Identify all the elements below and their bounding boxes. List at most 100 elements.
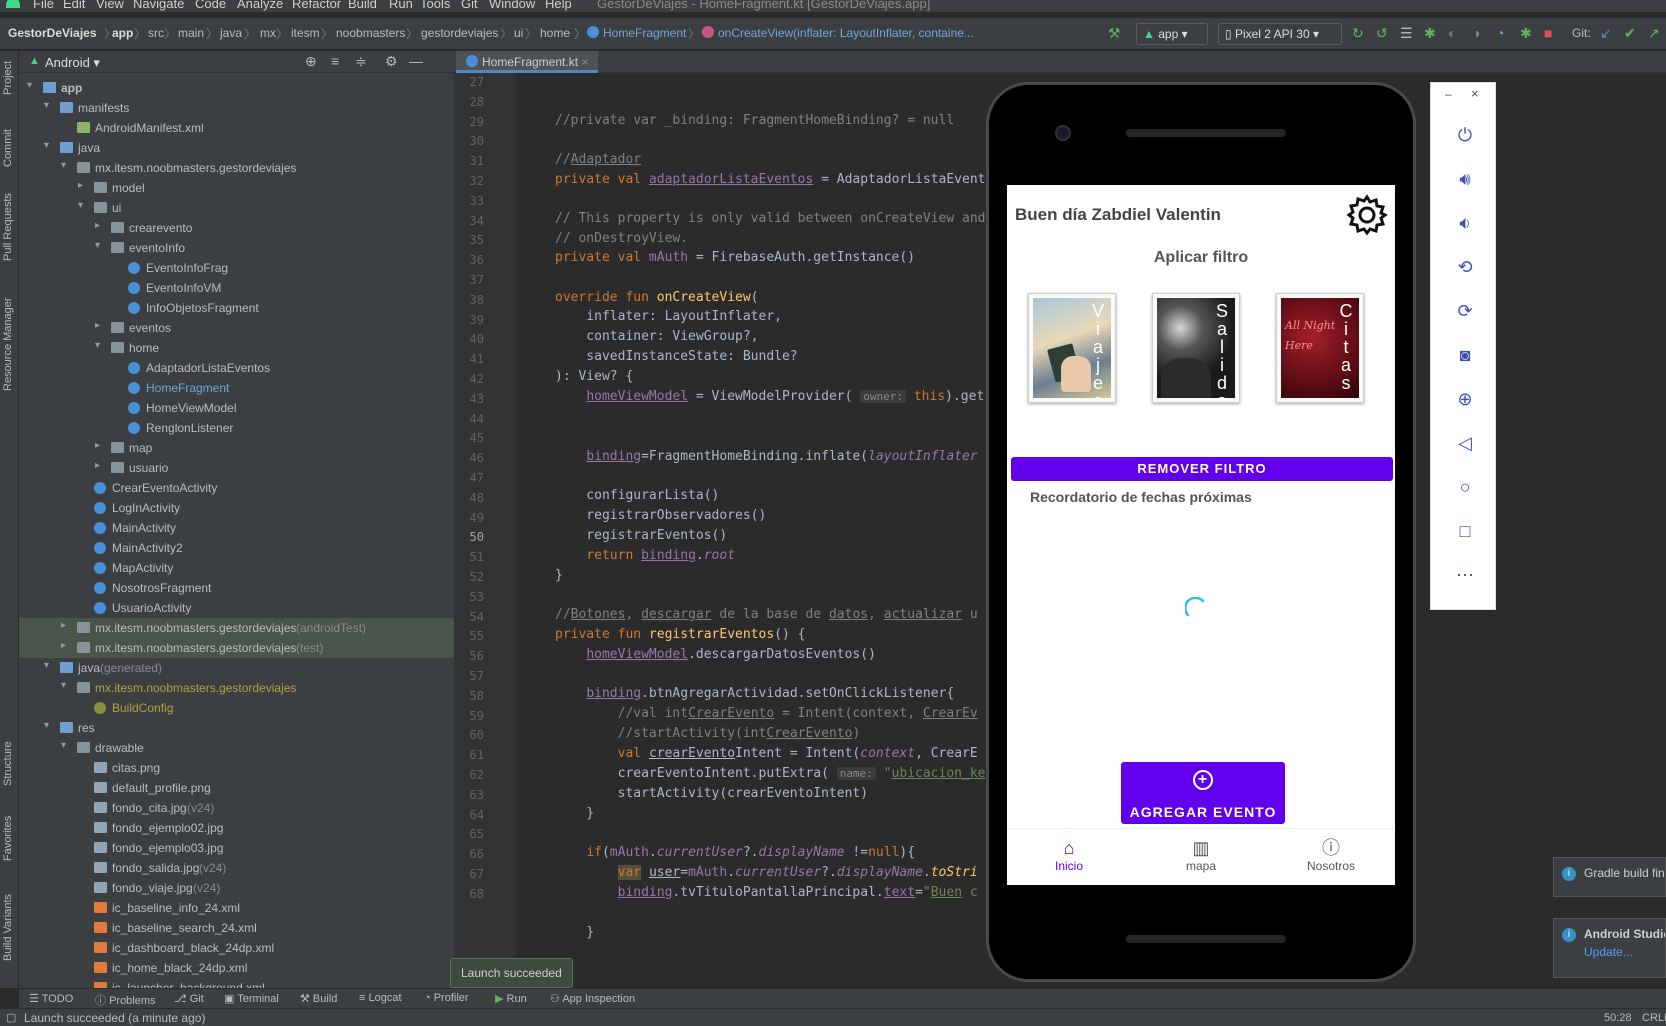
filter-card-citas[interactable]: All Night Here C i t a s bbox=[1276, 293, 1364, 403]
chevron-down-icon[interactable]: ▾ bbox=[44, 140, 49, 151]
profile-icon[interactable]: ◔ bbox=[1496, 25, 1504, 41]
rotate-left-icon[interactable]: ⟲ bbox=[1453, 255, 1477, 279]
chevron-down-icon[interactable]: ▾ bbox=[61, 740, 66, 751]
attach-icon[interactable]: ◑ bbox=[1472, 25, 1480, 41]
tree-item[interactable]: ic_dashboard_black_24dp.xml bbox=[19, 938, 454, 958]
tab-resource-manager[interactable]: Resource Manager bbox=[2, 297, 14, 391]
tree-item[interactable]: EventoInfoVM bbox=[19, 278, 454, 298]
attach-debugger-icon[interactable]: ✱ bbox=[1520, 25, 1532, 42]
filter-card-salidas[interactable]: S a l i d a s bbox=[1152, 293, 1240, 403]
menu-code[interactable]: Code bbox=[195, 0, 226, 11]
menu-help[interactable]: Help bbox=[545, 0, 572, 11]
chevron-right-icon[interactable]: ▸ bbox=[61, 620, 66, 631]
menu-file[interactable]: File bbox=[33, 0, 54, 11]
tree-item[interactable]: ▸ usuario bbox=[19, 458, 454, 478]
menu-git[interactable]: Git bbox=[461, 0, 478, 11]
tree-item[interactable]: AdaptadorListaEventos bbox=[19, 358, 454, 378]
breadcrumb-ui[interactable]: ui bbox=[514, 26, 523, 40]
tree-item[interactable]: NosotrosFragment bbox=[19, 578, 454, 598]
breadcrumb-gestordeviajes[interactable]: gestordeviajes bbox=[421, 26, 498, 40]
tool-todo[interactable]: ☰ TODO bbox=[29, 992, 73, 1005]
tree-item[interactable]: HomeFragment bbox=[19, 378, 454, 398]
expand-all-icon[interactable]: ≡ bbox=[331, 53, 339, 69]
tree-item[interactable]: default_profile.png bbox=[19, 778, 454, 798]
tree-item[interactable]: HomeViewModel bbox=[19, 398, 454, 418]
tree-item[interactable]: fondo_ejemplo02.jpg bbox=[19, 818, 454, 838]
tab-structure[interactable]: Structure bbox=[2, 741, 14, 786]
breadcrumb-itesm[interactable]: itesm bbox=[291, 26, 320, 40]
tree-item[interactable]: EventoInfoFrag bbox=[19, 258, 454, 278]
menu-run[interactable]: Run bbox=[389, 0, 413, 11]
notification-android-studio[interactable]: i Android Studio Update... bbox=[1553, 918, 1666, 978]
menu-refactor[interactable]: Refactor bbox=[292, 0, 341, 11]
tree-item[interactable]: MapActivity bbox=[19, 558, 454, 578]
more-icon[interactable]: ⋯ bbox=[1453, 563, 1477, 587]
tool-git[interactable]: ⎇ Git bbox=[174, 992, 204, 1005]
tree-item[interactable]: ▸ crearevento bbox=[19, 218, 454, 238]
overview-icon[interactable]: □ bbox=[1453, 519, 1477, 543]
breadcrumb-home[interactable]: home bbox=[540, 26, 570, 40]
tree-item[interactable]: CrearEventoActivity bbox=[19, 478, 454, 498]
volume-down-icon[interactable]: 🔉︎ bbox=[1453, 211, 1477, 235]
breadcrumb-project[interactable]: GestorDeViajes bbox=[8, 26, 97, 40]
nav-mapa[interactable]: ▥ mapa bbox=[1141, 837, 1261, 873]
chevron-down-icon[interactable]: ▾ bbox=[44, 100, 49, 111]
git-update-icon[interactable]: ↙ bbox=[1600, 25, 1612, 42]
tree-item[interactable]: ▾ mx.itesm.noobmasters.gestordeviajes bbox=[19, 158, 454, 178]
chevron-down-icon[interactable]: ▾ bbox=[27, 80, 32, 91]
tree-item[interactable]: LogInActivity bbox=[19, 498, 454, 518]
chevron-down-icon[interactable]: ▾ bbox=[44, 660, 49, 671]
tree-item[interactable]: MainActivity bbox=[19, 518, 454, 538]
tree-item[interactable]: MainActivity2 bbox=[19, 538, 454, 558]
apply-code-changes-icon[interactable]: ↺ bbox=[1376, 25, 1388, 42]
cursor-position[interactable]: 50:28 bbox=[1604, 1012, 1632, 1024]
gear-icon[interactable]: ⚙ bbox=[385, 53, 398, 70]
tab-commit[interactable]: Commit bbox=[2, 129, 14, 167]
chevron-down-icon[interactable]: ▾ bbox=[95, 340, 100, 351]
hide-panel-icon[interactable]: — bbox=[409, 53, 423, 69]
breadcrumb-homefragment[interactable]: HomeFragment bbox=[587, 26, 686, 40]
chevron-right-icon[interactable]: ▸ bbox=[95, 460, 100, 471]
tab-project[interactable]: Project bbox=[2, 61, 14, 95]
breadcrumb-method[interactable]: onCreateView(inflater: LayoutInflater, c… bbox=[702, 26, 974, 40]
tree-item[interactable]: ic_launcher_background.xml bbox=[19, 978, 454, 988]
chevron-down-icon[interactable]: ▾ bbox=[61, 160, 66, 171]
stop-icon[interactable]: ■ bbox=[1544, 25, 1552, 41]
tree-item[interactable]: citas.png bbox=[19, 758, 454, 778]
tree-item[interactable]: ▾ mx.itesm.noobmasters.gestordeviajes bbox=[19, 678, 454, 698]
tree-item[interactable]: fondo_viaje.jpg (v24) bbox=[19, 878, 454, 898]
status-square-icon[interactable]: ▢ bbox=[6, 1011, 16, 1024]
notification-gradle[interactable]: i Gradle build fin bbox=[1553, 857, 1666, 897]
project-view-select[interactable]: Android ▾ bbox=[45, 55, 100, 71]
chevron-down-icon[interactable]: ▾ bbox=[44, 720, 49, 731]
tree-item[interactable]: ▾ manifests bbox=[19, 98, 454, 118]
minimize-icon[interactable]: – bbox=[1445, 87, 1452, 101]
menu-build[interactable]: Build bbox=[348, 0, 377, 11]
run-config-select[interactable]: ▲ app ▾ bbox=[1136, 23, 1208, 45]
close-icon[interactable]: × bbox=[1471, 86, 1479, 101]
chevron-right-icon[interactable]: ▸ bbox=[95, 320, 100, 331]
tree-item[interactable]: ▾ home bbox=[19, 338, 454, 358]
tool-problems[interactable]: ⓘ Problems bbox=[95, 992, 156, 1008]
tree-item[interactable]: UsuarioActivity bbox=[19, 598, 454, 618]
tool-app-inspection[interactable]: ⚇ App Inspection bbox=[550, 992, 635, 1005]
menu-navigate[interactable]: Navigate bbox=[133, 0, 184, 11]
rotate-right-icon[interactable]: ⟳ bbox=[1453, 299, 1477, 323]
chevron-right-icon[interactable]: ▸ bbox=[95, 220, 100, 231]
line-ending[interactable]: CRLF bbox=[1642, 1012, 1666, 1024]
tree-item[interactable]: BuildConfig bbox=[19, 698, 454, 718]
tool-logcat[interactable]: ≡ Logcat bbox=[359, 992, 402, 1004]
volume-up-icon[interactable]: 🔊︎ bbox=[1453, 167, 1477, 191]
chevron-right-icon[interactable]: ▸ bbox=[78, 180, 83, 191]
tool-profiler[interactable]: ◔ Profiler bbox=[424, 992, 469, 1004]
apply-changes-icon[interactable]: ↻ bbox=[1352, 25, 1364, 42]
back-icon[interactable]: ◁ bbox=[1453, 431, 1477, 455]
home-button-icon[interactable]: ○ bbox=[1453, 475, 1477, 499]
tree-item[interactable]: ▾ java (generated) bbox=[19, 658, 454, 678]
breadcrumb-mx[interactable]: mx bbox=[260, 26, 276, 40]
tree-item[interactable]: ▸ model bbox=[19, 178, 454, 198]
menu-edit[interactable]: Edit bbox=[63, 0, 85, 11]
remove-filter-button[interactable]: REMOVER FILTRO bbox=[1011, 457, 1393, 481]
tree-item[interactable]: ic_baseline_search_24.xml bbox=[19, 918, 454, 938]
chevron-down-icon[interactable]: ▾ bbox=[61, 680, 66, 691]
